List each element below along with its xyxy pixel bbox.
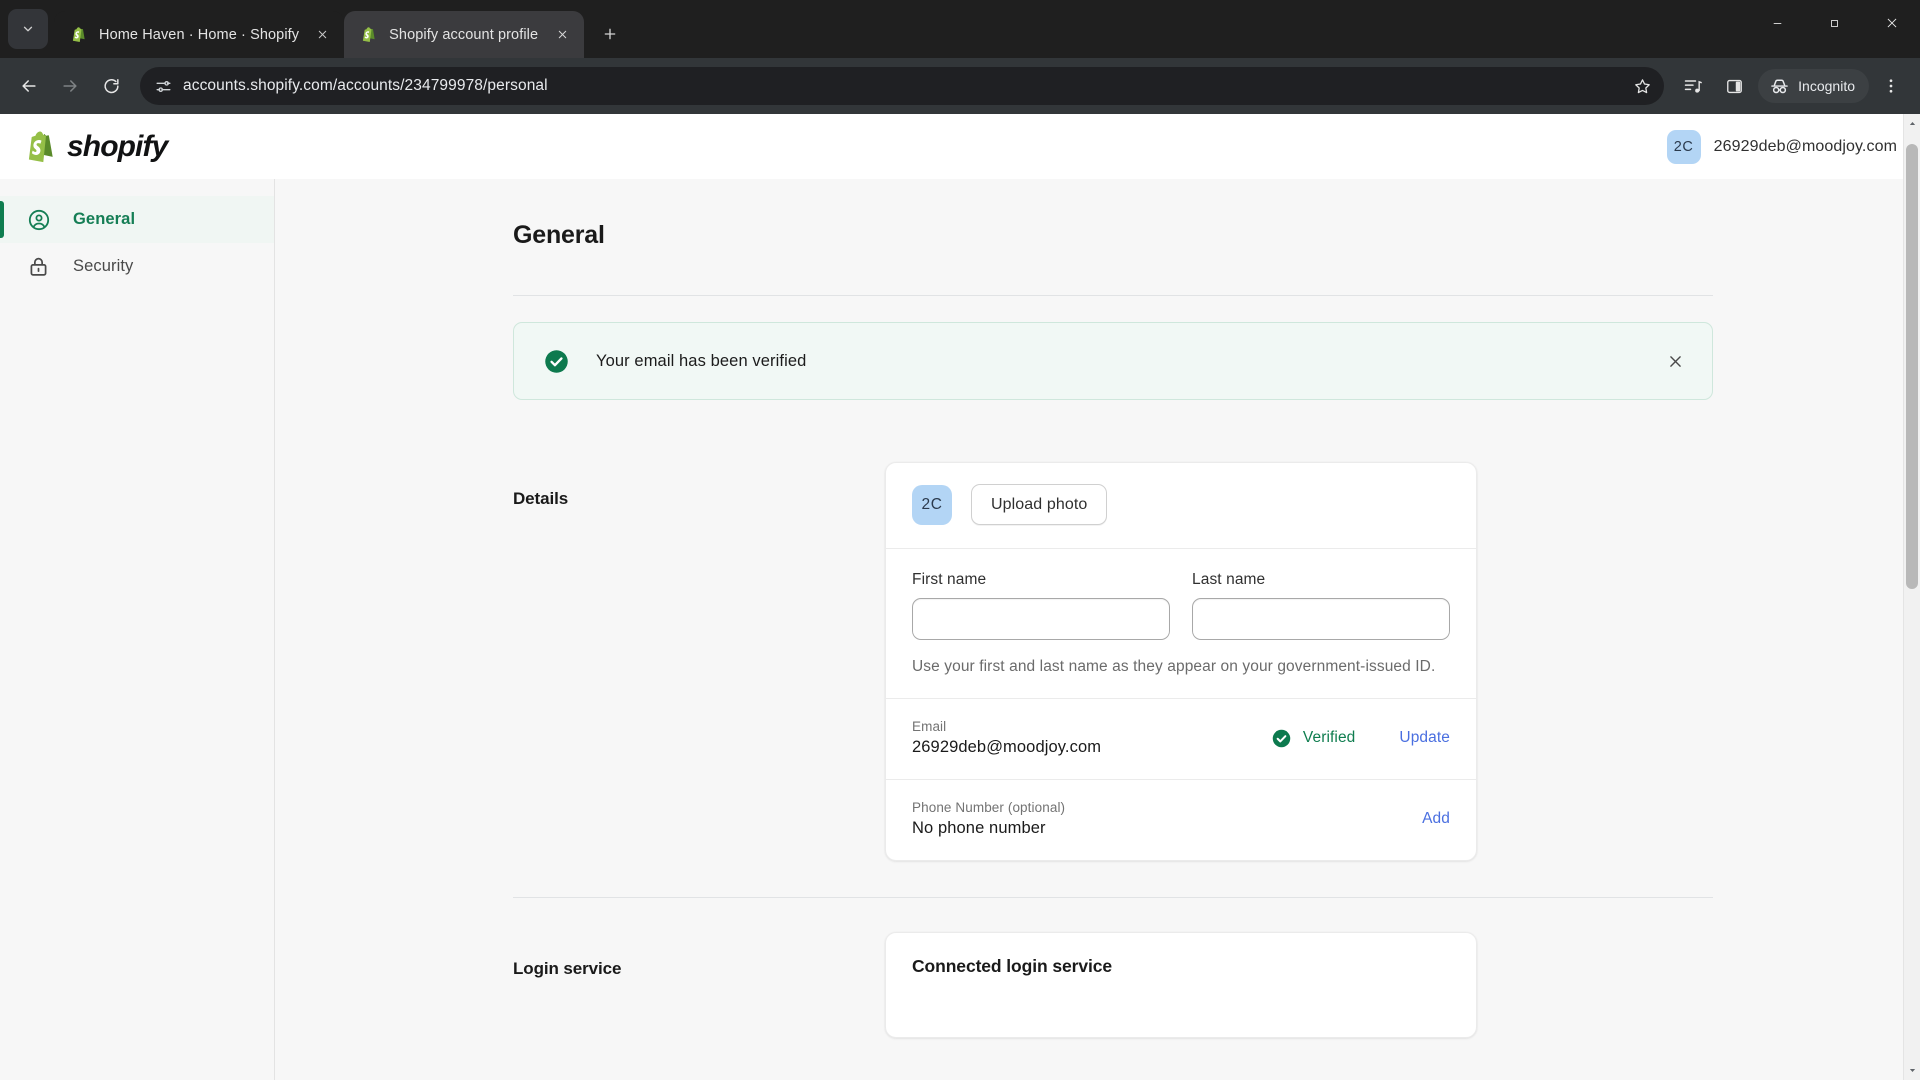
- chevron-up-icon: [1909, 122, 1915, 125]
- page-scrollbar[interactable]: [1903, 114, 1920, 1080]
- close-icon: [1669, 355, 1681, 367]
- browser-window: Home Haven · Home · Shopify Shopify acco…: [0, 0, 1920, 1080]
- page-title: General: [513, 221, 605, 249]
- sidebar-item-label: General: [73, 210, 136, 228]
- banner-message: Your email has been verified: [596, 351, 807, 370]
- success-banner: Your email has been verified: [513, 322, 1713, 400]
- shopify-app-header: shopify 2C 26929deb@moodjoy.com: [0, 114, 1920, 179]
- section-divider: [513, 897, 1713, 898]
- upload-photo-button[interactable]: Upload photo: [971, 484, 1108, 525]
- three-dot-menu-icon: [1889, 79, 1893, 93]
- bookmark-button[interactable]: [1626, 70, 1658, 102]
- email-update-link[interactable]: Update: [1399, 729, 1450, 747]
- side-panel-button[interactable]: [1715, 67, 1753, 105]
- first-name-field-group: First name: [912, 571, 1170, 640]
- details-section: Details 2C Upload photo First name Last …: [513, 462, 1713, 861]
- window-close-button[interactable]: [1863, 0, 1920, 46]
- photo-row: 2C Upload photo: [886, 463, 1476, 548]
- site-settings-icon[interactable]: [154, 77, 173, 96]
- browser-tab-1[interactable]: Home Haven · Home · Shopify: [54, 11, 345, 58]
- scroll-down-arrow[interactable]: [1904, 1061, 1920, 1080]
- scroll-up-arrow[interactable]: [1904, 114, 1920, 133]
- page-body: General Security General Your email has …: [0, 179, 1920, 1080]
- new-tab-button[interactable]: [592, 16, 628, 52]
- shopify-wordmark: shopify: [67, 129, 168, 163]
- lock-icon: [26, 254, 51, 279]
- profile-avatar: 2C: [912, 484, 952, 525]
- star-icon: [1634, 78, 1650, 93]
- forward-arrow-icon: [63, 80, 77, 92]
- sidebar: General Security: [0, 179, 275, 1080]
- media-control-button[interactable]: [1674, 67, 1712, 105]
- back-button[interactable]: [10, 67, 48, 105]
- last-name-input[interactable]: [1192, 598, 1450, 640]
- window-controls: [1749, 0, 1920, 46]
- tab-strip: Home Haven · Home · Shopify Shopify acco…: [0, 0, 1920, 58]
- tab-title: Shopify account profile: [389, 26, 539, 43]
- avatar: 2C: [1666, 129, 1701, 164]
- main-content: General Your email has been verified Det…: [275, 179, 1920, 1080]
- first-name-label: First name: [912, 571, 987, 588]
- name-fields-row: First name Last name Use your first and …: [886, 549, 1476, 698]
- chevron-down-icon: [1909, 1069, 1915, 1072]
- back-arrow-icon: [22, 80, 36, 92]
- shopify-bag-icon: [28, 131, 53, 162]
- connected-login-service-card: Connected login service: [885, 932, 1477, 1038]
- page-viewport: shopify 2C 26929deb@moodjoy.com General …: [0, 114, 1920, 1080]
- shopify-favicon: [69, 25, 88, 44]
- chevron-down-icon: [23, 26, 33, 32]
- shopify-logo[interactable]: shopify: [22, 127, 168, 167]
- name-helper-text: Use your first and last name as they app…: [912, 658, 1436, 675]
- reload-icon: [103, 78, 119, 93]
- tab-title: Home Haven · Home · Shopify: [99, 26, 300, 43]
- browser-toolbar: accounts.shopify.com/accounts/234799978/…: [0, 58, 1920, 114]
- check-circle-icon: [543, 348, 570, 375]
- phone-row: Phone Number (optional) No phone number …: [886, 780, 1476, 860]
- incognito-icon: [1771, 78, 1788, 93]
- login-service-section: Login service Connected login service: [513, 932, 1713, 1038]
- address-bar[interactable]: accounts.shopify.com/accounts/234799978/…: [140, 67, 1665, 105]
- phone-label: Phone Number (optional): [912, 800, 1066, 815]
- window-maximize-button[interactable]: [1806, 0, 1863, 46]
- tab-search-button[interactable]: [8, 9, 48, 49]
- window-minimize-button[interactable]: [1749, 0, 1806, 46]
- shopify-favicon: [359, 25, 378, 44]
- phone-add-link[interactable]: Add: [1422, 810, 1450, 828]
- details-card: 2C Upload photo First name Last name Use…: [885, 462, 1477, 861]
- email-row: Email 26929deb@moodjoy.com Verified Upda…: [886, 699, 1476, 779]
- email-value: 26929deb@moodjoy.com: [912, 738, 1102, 756]
- account-circle-icon: [26, 207, 51, 232]
- banner-close-button[interactable]: [1658, 344, 1692, 378]
- connected-login-service-title: Connected login service: [912, 956, 1112, 976]
- incognito-label: Incognito: [1798, 78, 1855, 94]
- browser-menu-button[interactable]: [1872, 67, 1910, 105]
- email-label: Email: [912, 719, 947, 734]
- check-circle-icon: [1271, 728, 1292, 749]
- sidebar-item-general[interactable]: General: [0, 196, 274, 243]
- last-name-label: Last name: [1192, 571, 1266, 588]
- title-divider: [513, 295, 1713, 296]
- url-text: accounts.shopify.com/accounts/234799978/…: [183, 77, 548, 94]
- tab-close-button[interactable]: [310, 23, 334, 47]
- phone-value: No phone number: [912, 819, 1046, 837]
- login-service-section-label: Login service: [513, 959, 622, 978]
- incognito-indicator[interactable]: Incognito: [1758, 69, 1869, 103]
- sidebar-item-label: Security: [73, 257, 134, 275]
- account-menu[interactable]: 2C 26929deb@moodjoy.com: [1666, 129, 1897, 164]
- first-name-input[interactable]: [912, 598, 1170, 640]
- tab-close-button[interactable]: [550, 23, 574, 47]
- sidebar-item-security[interactable]: Security: [0, 243, 274, 290]
- media-control-icon: [1684, 80, 1703, 93]
- scrollbar-thumb[interactable]: [1906, 144, 1918, 589]
- reload-button[interactable]: [92, 67, 130, 105]
- side-panel-icon: [1726, 79, 1742, 93]
- email-status-badge: Verified: [1271, 728, 1356, 749]
- email-status-text: Verified: [1302, 729, 1356, 746]
- last-name-field-group: Last name: [1192, 571, 1450, 640]
- forward-button[interactable]: [51, 67, 89, 105]
- account-email: 26929deb@moodjoy.com: [1713, 137, 1897, 155]
- details-section-label: Details: [513, 489, 569, 508]
- plus-icon: [604, 28, 616, 40]
- browser-tab-2[interactable]: Shopify account profile: [344, 11, 585, 58]
